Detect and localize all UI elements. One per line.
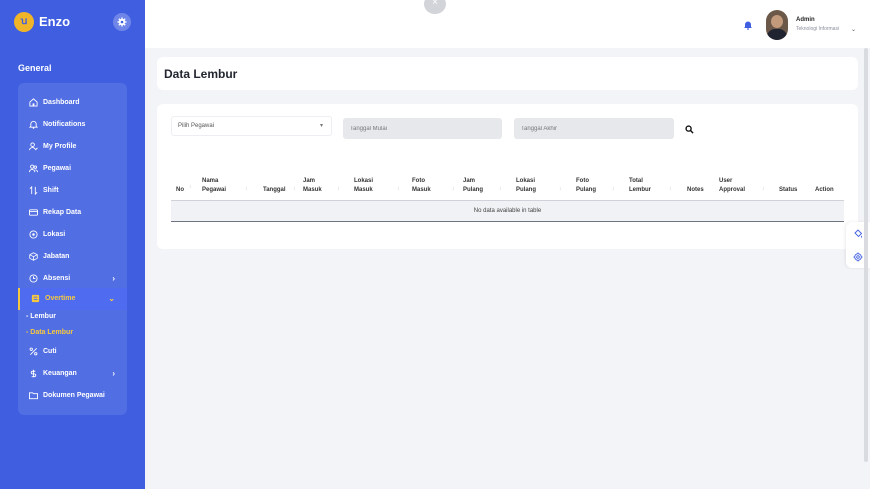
sidebar-item-pegawai[interactable]: Pegawai xyxy=(18,158,127,180)
sort-icon[interactable]: ↕ xyxy=(189,184,192,190)
table-empty-row: No data available in table xyxy=(171,201,844,221)
paint-bucket-icon[interactable] xyxy=(853,229,863,239)
location-icon xyxy=(29,230,38,239)
sort-icon[interactable]: ↕ xyxy=(245,186,248,192)
search-icon[interactable] xyxy=(685,125,694,134)
chevron-down-icon: ⌄ xyxy=(108,294,115,303)
column-header-no[interactable]: No xyxy=(176,186,184,195)
settings-gear-icon[interactable] xyxy=(113,13,131,31)
sort-icon[interactable]: ↕ xyxy=(612,186,615,192)
card-icon xyxy=(29,209,38,216)
column-header-total-lembur[interactable]: Total Lembur xyxy=(629,177,651,195)
dollar-icon xyxy=(30,369,37,378)
column-header-status[interactable]: Status xyxy=(779,186,797,195)
chevron-right-icon: › xyxy=(112,274,115,283)
sort-icon[interactable]: ↕ xyxy=(337,186,340,192)
sidebar-item-my-profile[interactable]: My Profile xyxy=(18,136,127,158)
column-header-tanggal[interactable]: Tanggal xyxy=(263,186,286,195)
percent-icon xyxy=(29,347,38,356)
sidebar-item-dokumen-pegawai[interactable]: Dokumen Pegawai xyxy=(18,385,127,407)
chevron-down-icon[interactable]: ⌄ xyxy=(851,26,856,33)
sidebar-item-label: Lokasi xyxy=(43,231,66,238)
sidebar-item-label: Jabatan xyxy=(43,253,70,260)
sort-icon[interactable]: ↕ xyxy=(293,186,296,192)
page-title-card: Data Lembur xyxy=(157,57,858,90)
table-bottom-divider xyxy=(171,221,844,222)
brand-logo-icon: ꭒ xyxy=(14,12,34,32)
clock-icon xyxy=(29,274,38,283)
chevron-right-icon: › xyxy=(112,369,115,378)
table-header-row: No ↕ Nama Pegawai ↕ Tanggal ↕ Jam Masuk ↕ … xyxy=(171,174,844,200)
tanggal-akhir-input[interactable] xyxy=(514,118,674,139)
sort-icon[interactable]: ↕ xyxy=(397,186,400,192)
sidebar-item-notifications[interactable]: Notifications xyxy=(18,114,127,136)
main-card: Pilih Pegawai ▾ No ↕ NamaPegawai ↕ Tangg… xyxy=(157,104,858,249)
avatar-shirt xyxy=(767,29,787,40)
sidebar-item-shift[interactable]: Shift xyxy=(18,180,127,202)
sort-icon[interactable]: ↕ xyxy=(452,186,455,192)
sidebar-item-label: Overtime xyxy=(45,295,76,302)
box-icon xyxy=(29,252,38,261)
sidebar-section-title: General xyxy=(18,63,52,73)
sidebar-item-label: Pegawai xyxy=(43,165,72,172)
brand-name: Enzo xyxy=(39,14,71,29)
sidebar-item-label: My Profile xyxy=(43,143,77,150)
overtime-icon xyxy=(31,294,40,303)
column-header-notes[interactable]: Notes xyxy=(687,186,704,195)
sort-icon[interactable]: ↕ xyxy=(669,186,672,192)
sidebar-item-rekap-data[interactable]: Rekap Data xyxy=(18,202,127,224)
page-title: Data Lembur xyxy=(164,67,238,81)
sort-icon[interactable]: ↕ xyxy=(762,186,765,192)
sidebar-item-jabatan[interactable]: Jabatan xyxy=(18,246,127,268)
column-header-foto-pulang[interactable]: Foto Pulang xyxy=(576,177,596,195)
sidebar-item-lokasi[interactable]: Lokasi xyxy=(18,224,127,246)
column-header-user-approval[interactable]: User Approval xyxy=(719,177,745,195)
sidebar-item-label: Dashboard xyxy=(43,99,80,106)
bell-outline-icon xyxy=(29,120,38,129)
sidebar-item-absensi[interactable]: Absensi › xyxy=(18,268,127,290)
sidebar-item-keuangan[interactable]: Keuangan › xyxy=(18,363,127,385)
column-header-action: Action xyxy=(815,187,834,193)
sidebar-item-label: Notifications xyxy=(43,121,86,128)
sidebar-item-label: Cuti xyxy=(43,348,57,355)
bell-icon[interactable] xyxy=(743,20,753,30)
sidebar: ꭒ Enzo General Dashboard Notifications M… xyxy=(0,0,145,489)
pegawai-select-value: Pilih Pegawai xyxy=(178,123,215,129)
column-header-jam-masuk[interactable]: Jam Masuk xyxy=(303,177,322,195)
sidebar-item-label: Dokumen Pegawai xyxy=(43,392,105,399)
settings-icon[interactable] xyxy=(853,252,863,262)
home-icon xyxy=(29,98,38,107)
tanggal-mulai-input[interactable] xyxy=(343,118,502,139)
column-header-jam-pulang[interactable]: Jam Pulang xyxy=(463,177,483,195)
brand[interactable]: ꭒ Enzo xyxy=(12,10,134,34)
column-header-nama-pegawai[interactable]: Nama Pegawai xyxy=(202,177,226,195)
users-icon xyxy=(29,164,38,173)
sidebar-item-cuti[interactable]: Cuti xyxy=(18,341,127,363)
column-header-lokasi-pulang[interactable]: Lokasi Pulang xyxy=(516,177,536,195)
user-edit-icon xyxy=(29,142,38,151)
submenu-item-lembur[interactable]: - Lembur xyxy=(26,313,56,320)
sidebar-menu: Dashboard Notifications My Profile Pegaw… xyxy=(18,83,127,415)
avatar-face xyxy=(771,15,783,28)
folder-icon xyxy=(29,392,38,400)
chevron-down-icon: ▾ xyxy=(319,123,323,129)
swap-icon xyxy=(29,186,38,195)
sort-icon[interactable]: ↕ xyxy=(559,186,562,192)
sidebar-item-label: Keuangan xyxy=(43,370,77,377)
sidebar-item-overtime[interactable]: Overtime ⌄ xyxy=(18,288,127,310)
sidebar-item-dashboard[interactable]: Dashboard xyxy=(18,92,127,114)
sidebar-item-label: Rekap Data xyxy=(43,209,82,216)
submenu-item-data-lembur[interactable]: - Data Lembur xyxy=(26,329,73,336)
avatar[interactable] xyxy=(766,10,788,40)
topbar xyxy=(145,0,870,48)
column-header-lokasi-masuk[interactable]: Lokasi Masuk xyxy=(354,177,373,195)
sort-icon[interactable]: ↕ xyxy=(499,186,502,192)
sidebar-item-label: Shift xyxy=(43,187,59,194)
pegawai-select[interactable]: Pilih Pegawai ▾ xyxy=(171,116,332,136)
column-header-foto-masuk[interactable]: Foto Masuk xyxy=(412,177,431,195)
user-role[interactable]: Teknologi Informasi xyxy=(796,26,839,32)
page-scrollbar[interactable] xyxy=(864,48,868,462)
user-name[interactable]: Admin xyxy=(796,17,815,23)
sidebar-item-label: Absensi xyxy=(43,275,71,282)
